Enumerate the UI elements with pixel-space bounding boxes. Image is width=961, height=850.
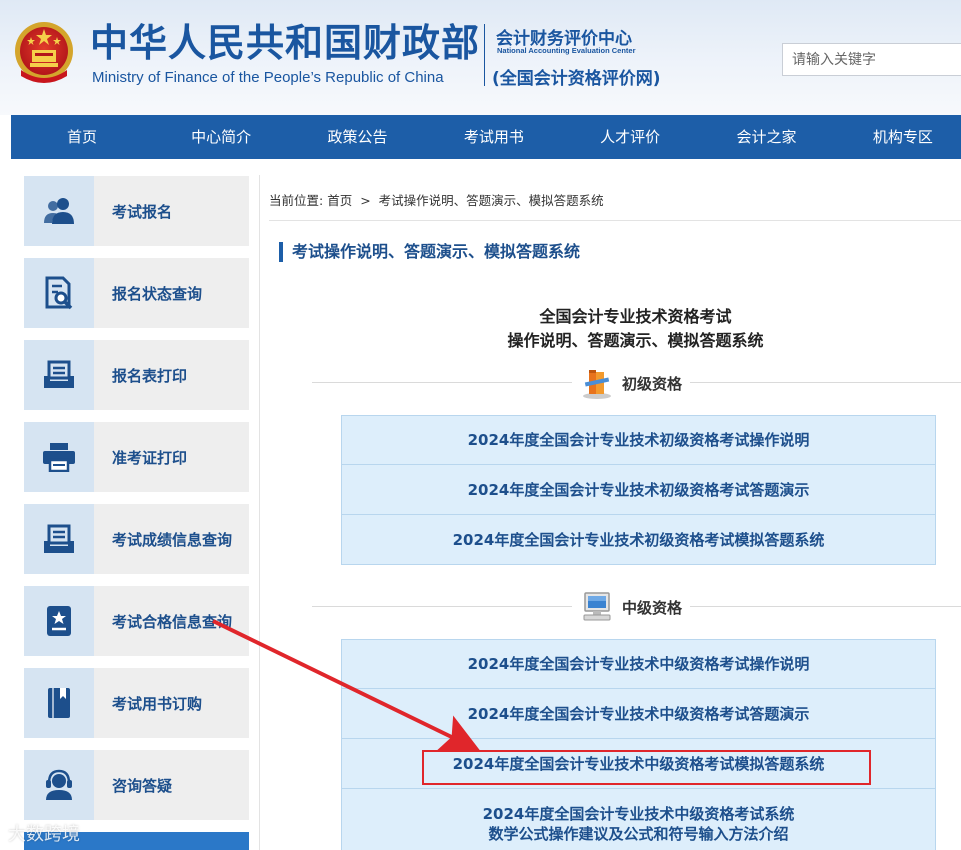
link-intermediate-operation-guide[interactable]: 2024年度全国会计专业技术中级资格考试操作说明 xyxy=(341,639,936,689)
breadcrumb-prefix: 当前位置: xyxy=(269,193,324,208)
nav-item-about[interactable]: 中心简介 xyxy=(153,115,289,159)
sidebar-item-admission-ticket[interactable]: 准考证打印 xyxy=(24,422,249,492)
link-intermediate-formula-guide[interactable]: 2024年度全国会计专业技术中级资格考试系统 数学公式操作建议及公式和符号输入方… xyxy=(341,789,936,850)
sidebar-item-registration[interactable]: 考试报名 xyxy=(24,176,249,246)
support-agent-icon xyxy=(46,769,72,800)
sidebar-icon-container xyxy=(24,340,94,410)
sidebar: 考试报名 报名状态查询 报名表打印 准考证打印 考试成绩信息查询 考试合格信息查… xyxy=(11,159,261,850)
center-subtitle[interactable]: (全国会计资格评价网) xyxy=(492,64,661,89)
category-label: 初级资格 xyxy=(622,374,683,393)
sidebar-item-label: 考试成绩信息查询 xyxy=(112,530,233,549)
sidebar-item-label: 考试合格信息查询 xyxy=(112,612,233,631)
ministry-title-cn[interactable]: 中华人民共和国财政部 xyxy=(90,20,480,66)
link-junior-answer-demo[interactable]: 2024年度全国会计专业技术初级资格考试答题演示 xyxy=(341,465,936,515)
users-icon xyxy=(44,198,74,224)
national-emblem-icon[interactable] xyxy=(13,20,75,86)
print-form-icon xyxy=(44,360,74,388)
sidebar-icon-container xyxy=(24,586,94,656)
center-title-en[interactable]: National Accounting Evaluation Center xyxy=(497,46,636,55)
sidebar-item-label: 考试报名 xyxy=(112,202,173,221)
category-label: 中级资格 xyxy=(622,598,683,617)
certificate-icon xyxy=(47,606,71,636)
page-title-line1: 全国会计专业技术资格考试 xyxy=(539,307,732,326)
nav-item-accountant-home[interactable]: 会计之家 xyxy=(698,115,834,159)
nav-item-home[interactable]: 首页 xyxy=(11,115,153,159)
link-line-2: 数学公式操作建议及公式和符号输入方法介绍 xyxy=(488,824,789,843)
sidebar-item-label: 咨询答疑 xyxy=(112,776,173,795)
header-divider xyxy=(484,24,485,86)
document-search-icon xyxy=(45,276,73,310)
breadcrumb-separator: > xyxy=(360,193,371,208)
printer-icon xyxy=(43,443,75,472)
nav-item-policy[interactable]: 政策公告 xyxy=(289,115,425,159)
ministry-title-en[interactable]: Ministry of Finance of the People’s Repu… xyxy=(92,69,444,86)
category-header-intermediate: 中级资格 xyxy=(572,590,691,624)
nav-item-books[interactable]: 考试用书 xyxy=(426,115,562,159)
link-junior-operation-guide[interactable]: 2024年度全国会计专业技术初级资格考试操作说明 xyxy=(341,415,936,465)
books-icon xyxy=(583,370,611,399)
page-title-line2: 操作说明、答题演示、模拟答题系统 xyxy=(507,331,764,350)
site-header: 中华人民共和国财政部 Ministry of Finance of the Pe… xyxy=(0,0,961,115)
sidebar-item-score-query[interactable]: 考试成绩信息查询 xyxy=(24,504,249,574)
nav-item-talent[interactable]: 人才评价 xyxy=(562,115,698,159)
sidebar-item-registration-status[interactable]: 报名状态查询 xyxy=(24,258,249,328)
sidebar-divider xyxy=(259,175,260,850)
sidebar-icon-container xyxy=(24,504,94,574)
sidebar-icon-container xyxy=(24,258,94,328)
sidebar-item-label: 准考证打印 xyxy=(112,448,188,467)
sidebar-icon-container xyxy=(24,668,94,738)
section-title: 考试操作说明、答题演示、模拟答题系统 xyxy=(279,242,580,262)
link-intermediate-answer-demo[interactable]: 2024年度全国会计专业技术中级资格考试答题演示 xyxy=(341,689,936,739)
breadcrumb-current: 考试操作说明、答题演示、模拟答题系统 xyxy=(378,193,604,208)
sidebar-item-consulting[interactable]: 咨询答疑 xyxy=(24,750,249,820)
computer-icon xyxy=(583,592,611,621)
book-icon xyxy=(48,688,70,718)
sidebar-item-label: 报名表打印 xyxy=(112,366,188,385)
score-tray-icon xyxy=(44,524,74,553)
sidebar-item-label: 考试用书订购 xyxy=(112,694,203,713)
sidebar-icon-container xyxy=(24,176,94,246)
breadcrumb: 当前位置: 首页 > 考试操作说明、答题演示、模拟答题系统 xyxy=(269,190,604,209)
sidebar-item-qualification-query[interactable]: 考试合格信息查询 xyxy=(24,586,249,656)
link-line-1: 2024年度全国会计专业技术中级资格考试系统 xyxy=(482,804,795,823)
breadcrumb-home-link[interactable]: 首页 xyxy=(327,193,352,208)
sidebar-item-label: 报名状态查询 xyxy=(112,284,203,303)
sidebar-item-book-order[interactable]: 考试用书订购 xyxy=(24,668,249,738)
nav-item-institutions[interactable]: 机构专区 xyxy=(835,115,961,159)
category-header-junior: 初级资格 xyxy=(572,366,691,400)
sidebar-item-form-print[interactable]: 报名表打印 xyxy=(24,340,249,410)
main-nav: 首页 中心简介 政策公告 考试用书 人才评价 会计之家 机构专区 xyxy=(11,115,961,159)
search-input[interactable] xyxy=(782,43,961,76)
highlight-annotation-box xyxy=(422,750,871,785)
sidebar-icon-container xyxy=(24,422,94,492)
watermark-text: 大数跨境 xyxy=(8,824,80,845)
breadcrumb-divider xyxy=(269,220,961,221)
sidebar-icon-container xyxy=(24,750,94,820)
link-junior-mock-system[interactable]: 2024年度全国会计专业技术初级资格考试模拟答题系统 xyxy=(341,515,936,565)
